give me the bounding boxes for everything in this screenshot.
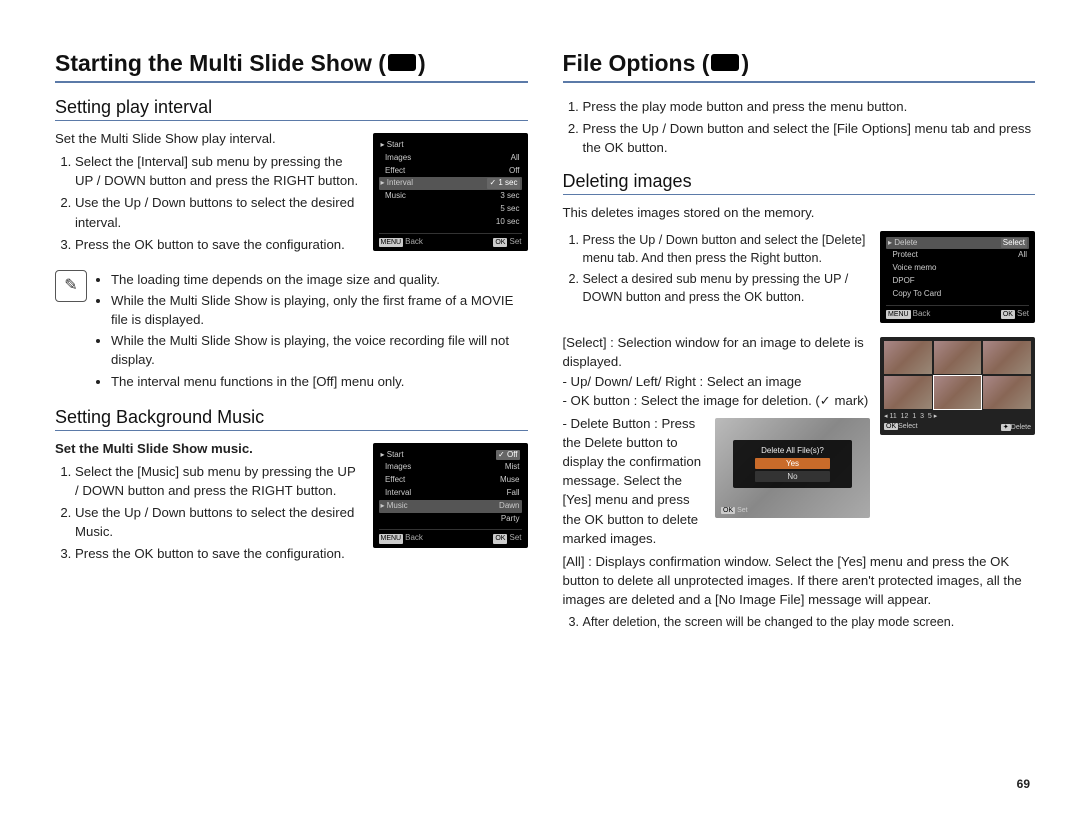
intro-delete: This deletes images stored on the memory… bbox=[563, 203, 1036, 222]
lcd-select-thumbs: ◂ 11 12 1 3 5 ▸ OKSelect✦Delete bbox=[880, 337, 1035, 435]
lcd-music: ▸ Start✓ Off ImagesMist EffectMuse Inter… bbox=[373, 443, 528, 549]
lcd-delete: ▸ DeleteSelect ProtectAll Voice memo DPO… bbox=[880, 231, 1035, 324]
file-options-icon bbox=[711, 54, 739, 71]
subheading-delete: Deleting images bbox=[563, 171, 1036, 195]
subheading-music: Setting Background Music bbox=[55, 407, 528, 431]
note-box: ✎ The loading time depends on the image … bbox=[55, 270, 528, 393]
heading-right: File Options () bbox=[563, 50, 1036, 83]
lcd-delete-all-dialog: Delete All File(s)? Yes No OKSet bbox=[715, 418, 870, 518]
heading-left: Starting the Multi Slide Show () bbox=[55, 50, 528, 83]
check-icon: ✓ bbox=[820, 393, 831, 408]
subheading-interval: Setting play interval bbox=[55, 97, 528, 121]
lcd-interval: ▸ Start ImagesAll EffectOff ▸ Interval✓ … bbox=[373, 133, 528, 251]
steps-fileoptions-intro: Press the play mode button and press the… bbox=[563, 97, 1036, 157]
page-number: 69 bbox=[1017, 777, 1030, 791]
slideshow-icon bbox=[388, 54, 416, 71]
step-delete-3: After deletion, the screen will be chang… bbox=[563, 613, 1036, 631]
note-icon: ✎ bbox=[55, 270, 87, 302]
